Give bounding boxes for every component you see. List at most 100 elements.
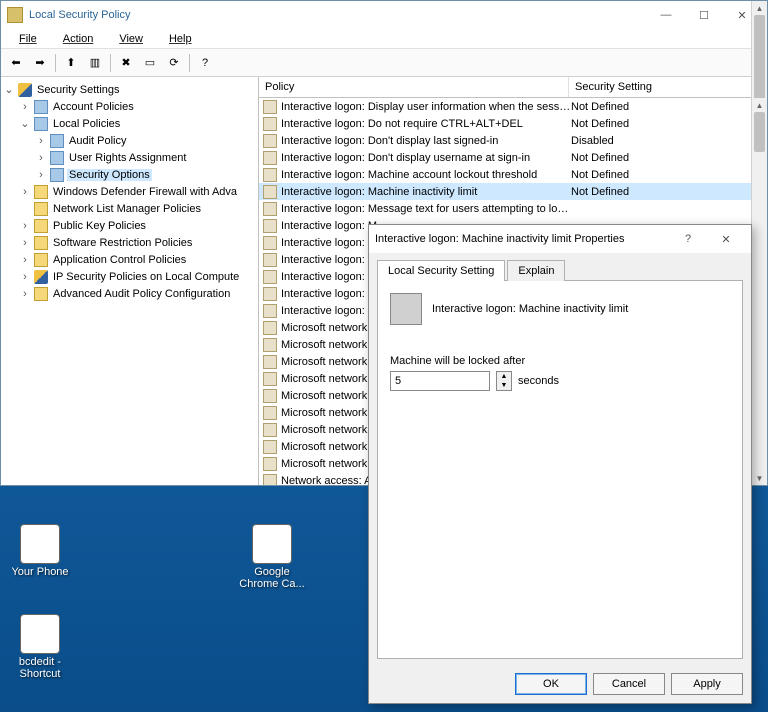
properties-button[interactable]: ▥ [84,52,106,74]
tree-pane[interactable]: ⌄ Security Settings › Account Policies ⌄ Lo… [1,77,259,485]
spin-up-icon[interactable]: ▲ [497,372,511,381]
policy-row[interactable]: Interactive logon: Machine account locko… [259,166,767,183]
desktop-label: Your Phone [11,566,68,578]
policy-icon [263,440,277,454]
tree-twisty[interactable]: › [19,288,31,300]
dialog-help-button[interactable]: ? [669,227,707,251]
refresh-button[interactable]: ⟳ [163,52,185,74]
tree-item[interactable]: Network List Manager Policies [1,200,258,217]
policy-row[interactable]: Interactive logon: Machine inactivity li… [259,183,767,200]
up-button[interactable]: ⬆ [60,52,82,74]
tree-twisty[interactable]: › [19,101,31,113]
tree-item[interactable]: › Application Control Policies [1,251,258,268]
desktop-icon-chrome[interactable]: Google Chrome Ca... [236,524,308,590]
minimize-button[interactable]: — [647,3,685,27]
policy-name-cell: Interactive logon: Display user informat… [281,101,571,113]
export-button[interactable]: ▭ [139,52,161,74]
tree-item[interactable]: ›Security Options [1,166,258,183]
tree-item[interactable]: ›Advanced Audit Policy Configuration [1,285,258,302]
tree-item[interactable]: ›User Rights Assignment [1,149,258,166]
tree-twisty[interactable]: › [35,135,47,147]
dialog-title: Interactive logon: Machine inactivity li… [375,233,669,245]
spin-down-icon[interactable]: ▼ [497,381,511,390]
policy-row[interactable]: Interactive logon: Don't display usernam… [259,149,767,166]
folder-icon [50,134,64,148]
menu-help[interactable]: Help [157,31,204,47]
forward-button[interactable]: ➡ [29,52,51,74]
tree-item[interactable]: ›Windows Defender Firewall with Adva [1,183,258,200]
cancel-button[interactable]: Cancel [593,673,665,695]
folder-icon [34,253,48,267]
policy-row[interactable]: Interactive logon: Don't display last si… [259,132,767,149]
toolbar-extra-button[interactable] [218,52,240,74]
tree-twisty[interactable]: ⌄ [19,117,31,130]
tree-label: Account Policies [51,101,136,113]
policy-icon [263,321,277,335]
tree-label: Network List Manager Policies [51,203,203,215]
tree-label: Local Policies [51,118,122,130]
tree-item[interactable]: ›Software Restriction Policies [1,234,258,251]
ok-button[interactable]: OK [515,673,587,695]
policy-icon [263,287,277,301]
folder-icon [34,117,48,131]
tree-twisty[interactable]: › [19,237,31,249]
col-setting[interactable]: Security Setting [569,77,767,97]
help-button[interactable]: ? [194,52,216,74]
apply-button[interactable]: Apply [671,673,743,695]
policy-icon [263,134,277,148]
tree-item[interactable]: › IP Security Policies on Local Compute [1,268,258,285]
unit-label: seconds [518,375,559,387]
policy-name-cell: Interactive logon: Machine inactivity li… [281,186,571,198]
policy-icon [263,474,277,486]
desktop-label: bcdedit - Shortcut [4,656,76,680]
field-label: Machine will be locked after [390,355,730,367]
delete-button[interactable]: ✖ [115,52,137,74]
tab-explain[interactable]: Explain [507,260,565,281]
policy-icon [263,270,277,284]
policy-row[interactable]: Interactive logon: Do not require CTRL+A… [259,115,767,132]
spinner-buttons[interactable]: ▲▼ [496,371,512,391]
dialog-close-button[interactable]: ✕ [707,227,745,251]
seconds-input[interactable] [390,371,490,391]
tree-twisty[interactable]: › [19,186,31,198]
policy-icon [263,117,277,131]
tree-item[interactable]: › Account Policies [1,98,258,115]
tree-twisty[interactable]: › [35,169,47,181]
policy-row[interactable]: Interactive logon: Display user informat… [259,98,767,115]
chrome-icon [252,524,292,564]
tree-label: IP Security Policies on Local Compute [51,271,241,283]
menu-file[interactable]: File [7,31,49,47]
menu-action[interactable]: Action [51,31,106,47]
tree-twisty[interactable]: › [19,271,31,283]
scroll-thumb[interactable] [754,112,765,152]
folder-icon [34,287,48,301]
tree-item[interactable]: ›Public Key Policies [1,217,258,234]
back-button[interactable]: ⬅ [5,52,27,74]
policy-icon [263,219,277,233]
desktop-label: Google Chrome Ca... [236,566,308,590]
tree-twisty[interactable]: › [19,220,31,232]
titlebar[interactable]: Local Security Policy — ☐ ✕ [1,1,767,29]
policy-icon [263,304,277,318]
dialog-titlebar[interactable]: Interactive logon: Machine inactivity li… [369,225,751,253]
tree-label: Application Control Policies [51,254,188,266]
maximize-button[interactable]: ☐ [685,3,723,27]
policy-name-cell: Interactive logon: Message text for user… [281,203,571,215]
tree-twisty[interactable]: › [35,152,47,164]
tree-item[interactable]: ›Audit Policy [1,132,258,149]
list-scrollbar[interactable]: ▲▼ [751,98,767,485]
tree-item[interactable]: ⌄ Local Policies [1,115,258,132]
security-settings-icon [18,83,32,97]
tree-root[interactable]: ⌄ Security Settings [1,81,258,98]
col-policy[interactable]: Policy [259,77,569,97]
desktop-icon-your-phone[interactable]: Your Phone [4,524,76,578]
tab-local-security-setting[interactable]: Local Security Setting [377,260,505,281]
tree-twisty[interactable] [19,203,31,215]
policy-row[interactable]: Interactive logon: Message text for user… [259,200,767,217]
desktop-icon-bcdedit[interactable]: bcdedit - Shortcut [4,614,76,680]
dialog-tabs: Local Security Setting Explain [369,253,751,280]
tree-twisty[interactable]: › [19,254,31,266]
menu-view[interactable]: View [107,31,155,47]
policy-icon [263,406,277,420]
tree-twisty[interactable]: ⌄ [3,83,15,96]
